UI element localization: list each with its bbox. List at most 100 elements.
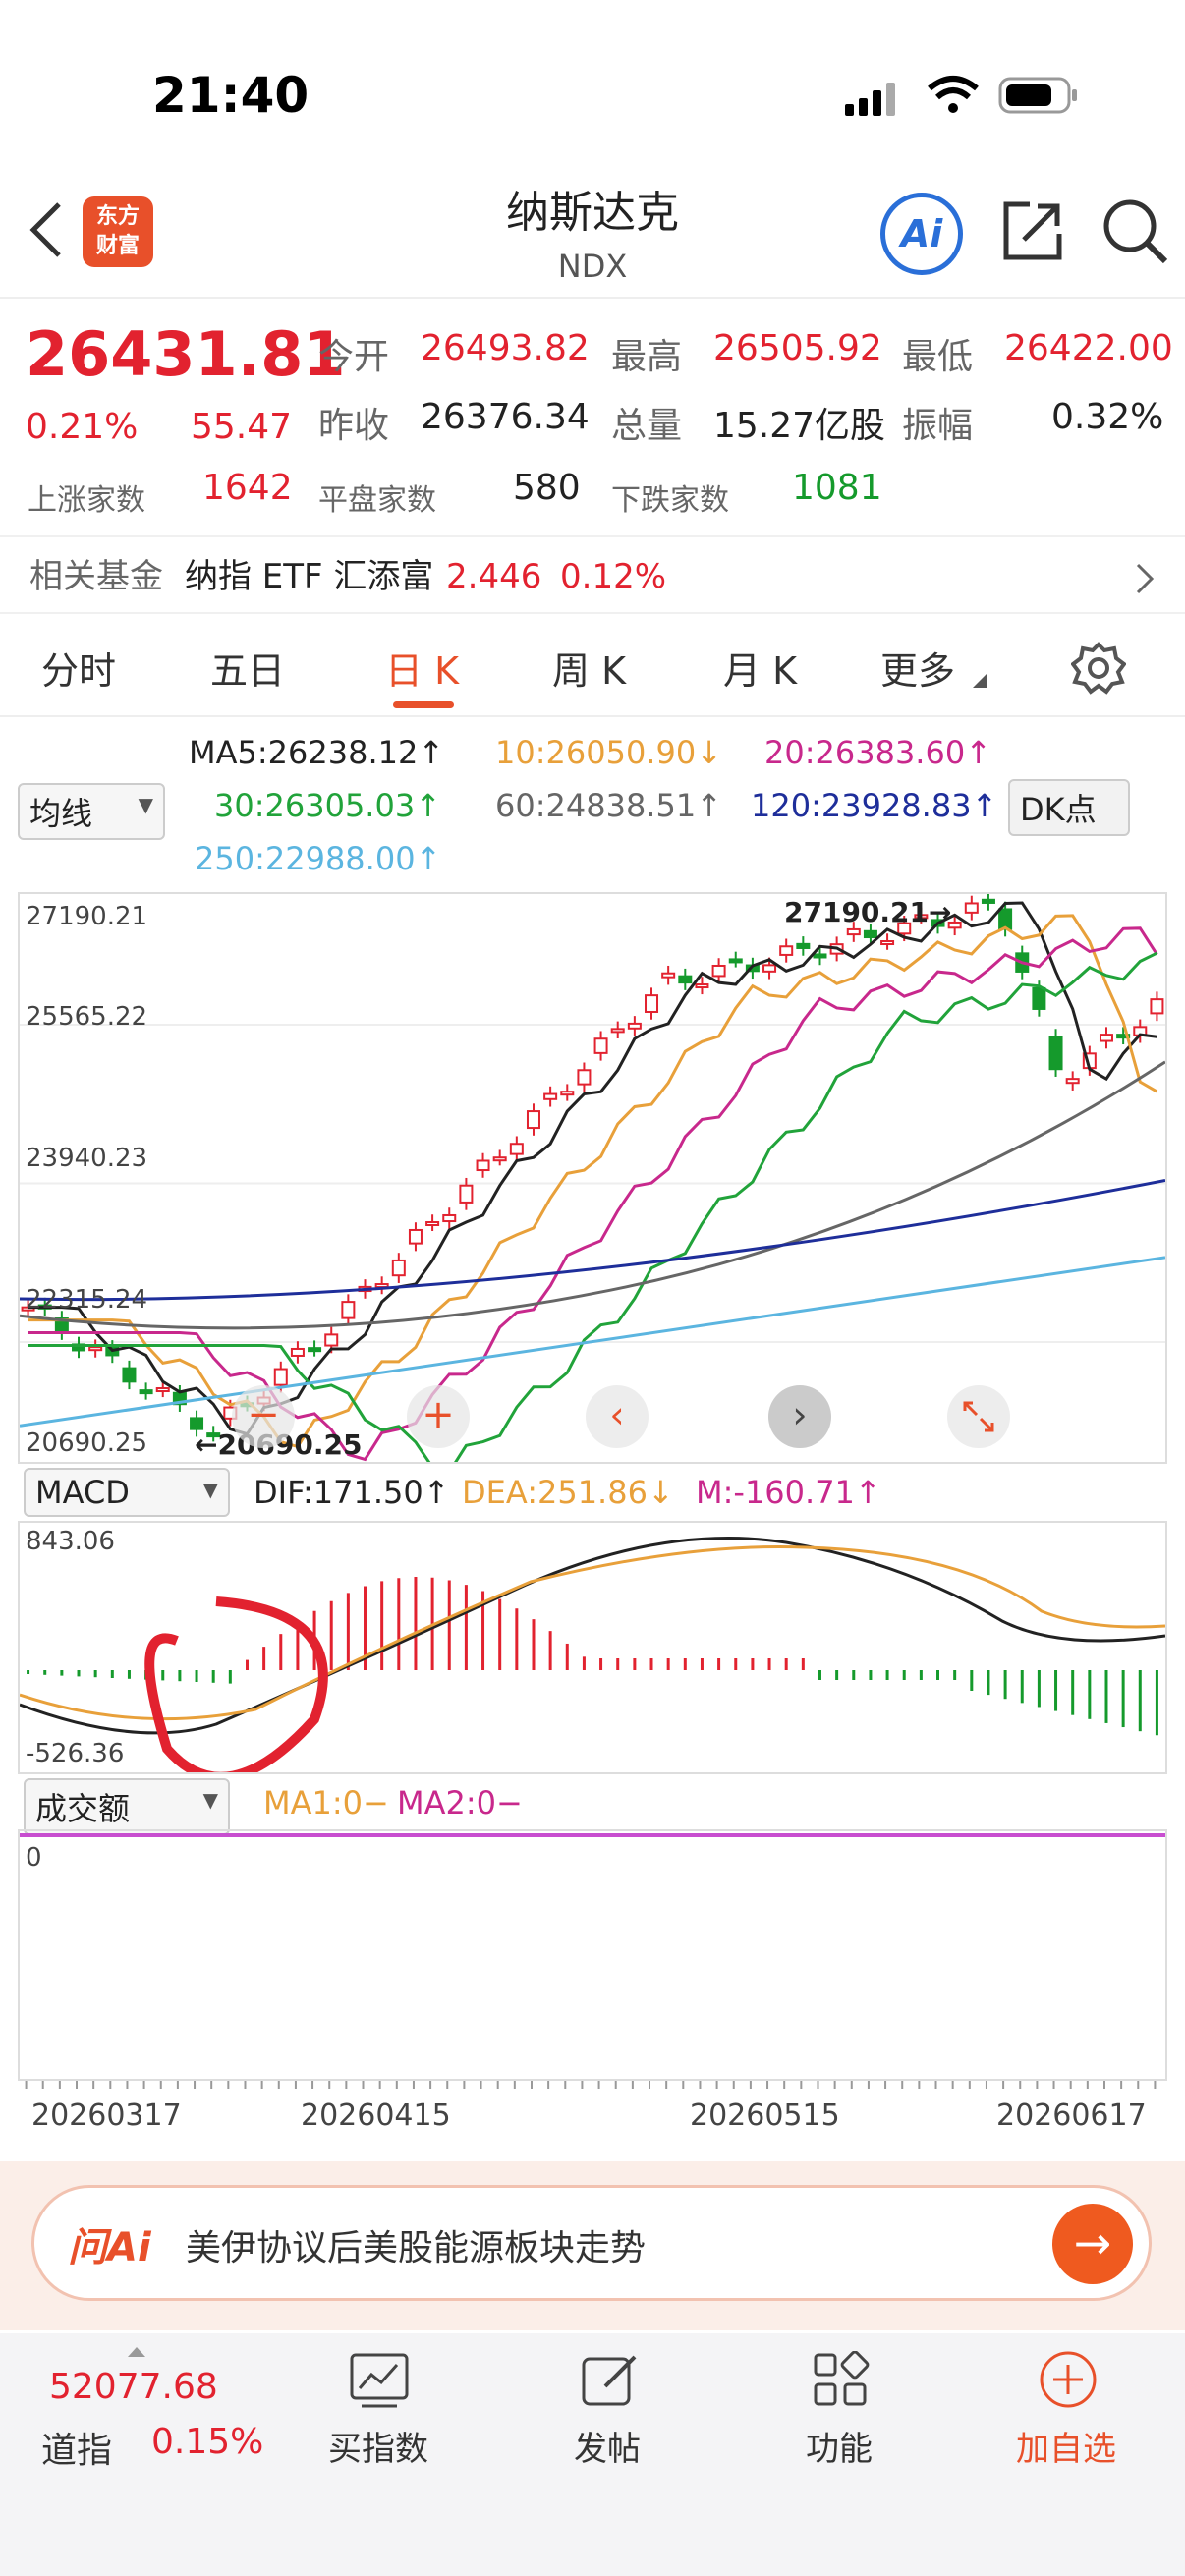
candle-body <box>88 1346 103 1352</box>
macd-svg <box>19 1537 1166 1782</box>
volume-value: 15.27亿股 <box>713 406 886 446</box>
volume-chart[interactable]: 0 <box>18 1829 1167 2081</box>
tab-intraday[interactable]: 分时 <box>41 641 116 695</box>
period-tabs: 分时 五日 日 K 周 K 月 K 更多 <box>0 619 1185 717</box>
candle-body <box>846 927 861 936</box>
dji-percent[interactable]: 0.15% <box>151 2422 263 2462</box>
tab-more[interactable]: 更多 <box>880 641 955 695</box>
related-fund-row[interactable]: 相关基金 纳指 ETF 汇添富 2.446 0.12% <box>0 535 1185 614</box>
tab-five-day[interactable]: 五日 <box>210 641 285 695</box>
candle-body <box>964 902 979 914</box>
macd-selector[interactable]: MACD ▼ <box>24 1468 230 1517</box>
function-label[interactable]: 功能 <box>806 2422 873 2470</box>
date-axis: 20260317 20260415 20260515 20260617 <box>0 2099 1185 2138</box>
gear-icon[interactable] <box>1071 641 1126 696</box>
date-label: 20260415 <box>301 2099 451 2133</box>
zoom-in-button[interactable]: + <box>407 1385 470 1448</box>
candle-body <box>981 898 995 904</box>
ma20-value: 20:26383.60↑ <box>764 734 991 771</box>
tab-daily-k[interactable]: 日 K <box>385 641 459 695</box>
tab-monthly-k[interactable]: 月 K <box>723 641 797 695</box>
dea-line <box>19 1544 1166 1721</box>
candle-body <box>711 964 726 978</box>
candle-body <box>509 1143 524 1155</box>
high-marker: 27190.21→ <box>784 896 952 928</box>
candle-body <box>695 983 709 989</box>
search-icon[interactable] <box>1100 196 1169 265</box>
share-icon[interactable] <box>1000 198 1065 263</box>
y-label: 23940.23 <box>26 1144 148 1173</box>
candle-body <box>1032 986 1046 1010</box>
volume-selector[interactable]: 成交额 ▼ <box>24 1778 230 1835</box>
ask-ai-go-button[interactable]: → <box>1052 2204 1133 2284</box>
zoom-out-button[interactable]: − <box>232 1385 295 1448</box>
candle-body <box>442 1213 457 1223</box>
change-amount: 55.47 <box>191 407 293 447</box>
candle-body <box>492 1156 507 1162</box>
add-icon[interactable] <box>1038 2349 1099 2410</box>
macd-selector-label: MACD <box>35 1474 130 1511</box>
post-label[interactable]: 发帖 <box>574 2422 641 2470</box>
candle-body <box>577 1069 592 1086</box>
ma-legend: 均线 ▼ MA5:26238.12↑ 10:26050.90↓ 20:26383.… <box>0 722 1185 889</box>
macd-legend: MACD ▼ DIF:171.50↑ DEA:251.86↓ M:-160.71↑ <box>0 1468 1185 1517</box>
ai-button[interactable]: Ai <box>880 193 963 275</box>
buy-index-label[interactable]: 买指数 <box>328 2422 428 2470</box>
candle-body <box>122 1367 137 1383</box>
scroll-left-button[interactable]: ‹ <box>586 1385 649 1448</box>
macd-chart[interactable]: 843.06 -526.36 <box>18 1521 1167 1782</box>
fullscreen-icon[interactable] <box>947 1385 1010 1448</box>
candle-body <box>391 1259 406 1277</box>
candle-body <box>273 1368 288 1386</box>
candle-body <box>543 1092 558 1100</box>
signal-icon <box>845 83 895 116</box>
advancers-value: 1642 <box>202 468 293 508</box>
candle-body <box>880 940 895 946</box>
chart-icon[interactable] <box>348 2351 411 2410</box>
ma-selector[interactable]: 均线 ▼ <box>18 783 165 840</box>
y-label: 22315.24 <box>26 1285 148 1315</box>
ask-ai-section: 问Ai 美伊协议后美股能源板块走势 → <box>0 2161 1185 2330</box>
grid-icon[interactable] <box>812 2351 871 2410</box>
candle-body <box>813 953 827 959</box>
tab-weekly-k[interactable]: 周 K <box>552 641 626 695</box>
ask-ai-brand: 问Ai <box>68 2225 151 2270</box>
ma60-value: 60:24838.51↑ <box>495 787 722 824</box>
chevron-right-icon <box>1136 563 1155 594</box>
fund-label: 相关基金 <box>29 557 163 596</box>
volume-legend: 成交额 ▼ MA1:0− MA2:0− <box>0 1778 1185 1835</box>
candle-body <box>459 1184 474 1204</box>
dropdown-icon: ▼ <box>138 793 153 816</box>
volume-label: 总量 <box>611 406 683 446</box>
ma10-line <box>28 914 1158 1449</box>
candle-body <box>155 1387 170 1393</box>
candle-body <box>863 929 877 939</box>
ma5-line <box>28 901 1157 1436</box>
kline-chart[interactable]: 27190.21 25565.22 23940.23 22315.24 2069… <box>18 892 1167 1475</box>
edit-icon[interactable] <box>580 2349 641 2410</box>
dk-point-label: DK点 <box>1020 791 1097 828</box>
volume-zero-label: 0 <box>26 1843 42 1873</box>
candle-body <box>610 1028 625 1034</box>
candle-body <box>762 964 777 973</box>
open-value: 26493.82 <box>421 328 590 368</box>
candle-body <box>476 1159 490 1172</box>
candle-body <box>560 1091 575 1096</box>
scroll-right-button[interactable]: › <box>768 1385 831 1448</box>
candle-body <box>190 1417 204 1430</box>
tab-active-indicator <box>393 701 454 708</box>
ma10-value: 10:26050.90↓ <box>495 734 722 771</box>
dji-value[interactable]: 52077.68 <box>49 2367 218 2407</box>
macd-top-label: 843.06 <box>26 1527 115 1556</box>
dk-point-button[interactable]: DK点 <box>1008 779 1130 836</box>
add-watchlist-label[interactable]: 加自选 <box>1016 2422 1116 2470</box>
dji-name[interactable]: 道指 <box>41 2422 112 2473</box>
volume-ma-line <box>20 1833 1165 1837</box>
kline-svg <box>19 892 1166 1475</box>
unchanged-value: 580 <box>513 468 581 508</box>
ask-ai-bar[interactable]: 问Ai 美伊协议后美股能源板块走势 → <box>31 2185 1152 2301</box>
y-label: 27190.21 <box>26 902 148 931</box>
low-value: 26422.00 <box>1004 328 1173 368</box>
fund-percent: 0.12% <box>560 557 667 596</box>
dropdown-icon: ▼ <box>202 1788 218 1812</box>
